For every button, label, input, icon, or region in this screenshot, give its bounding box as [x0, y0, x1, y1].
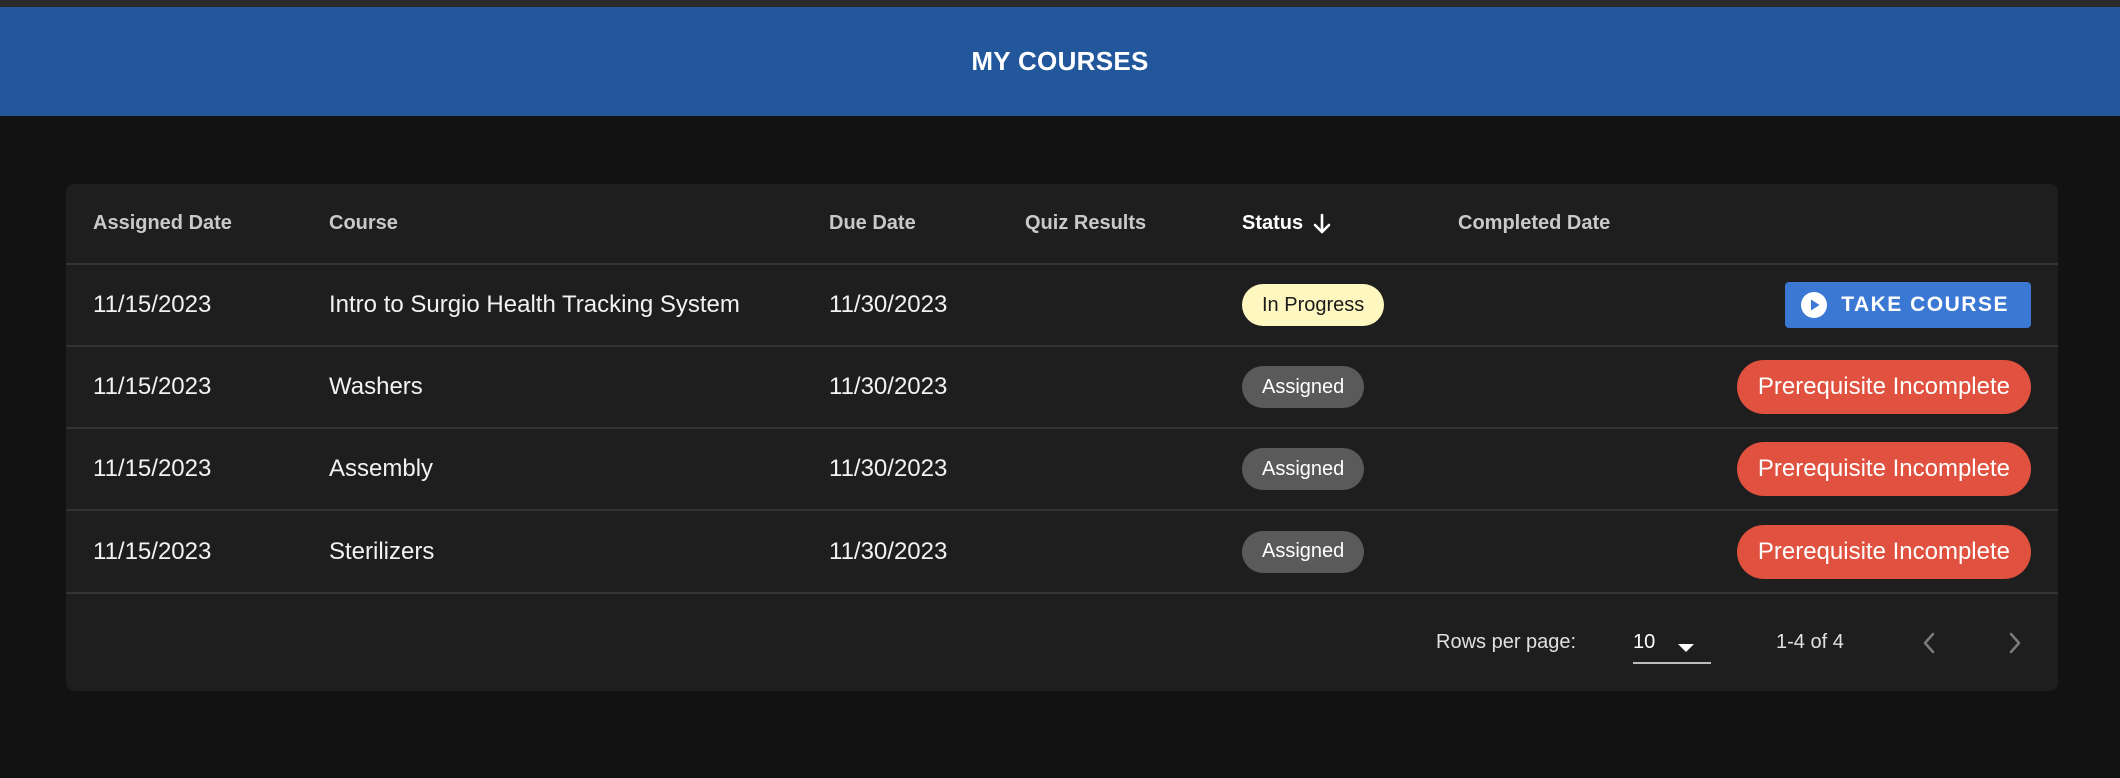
- course-cell: Intro to Surgio Health Tracking System: [329, 291, 740, 318]
- action-cell: Prerequisite Incomplete: [1736, 511, 2031, 592]
- due-date-cell: 11/30/2023: [829, 537, 948, 565]
- status-cell: Assigned: [1242, 511, 1365, 592]
- status-cell: Assigned: [1242, 429, 1365, 509]
- due-date-cell: 11/30/2023: [829, 373, 948, 400]
- rows-per-page-select[interactable]: 10: [1633, 622, 1711, 664]
- prerequisite-incomplete-button[interactable]: Prerequisite Incomplete: [1736, 442, 2031, 496]
- course-cell: Washers: [329, 373, 423, 400]
- prerequisite-incomplete-button[interactable]: Prerequisite Incomplete: [1736, 524, 2031, 579]
- due-date-cell: 11/30/2023: [829, 455, 948, 482]
- take-course-button[interactable]: TAKE COURSE: [1785, 282, 2031, 328]
- courses-table: Assigned Date Course Due Date Quiz Resul…: [66, 184, 2058, 691]
- caret-down-icon: [1677, 636, 1695, 659]
- chevron-left-icon[interactable]: [1912, 626, 1946, 660]
- column-header-course[interactable]: Course: [329, 184, 398, 263]
- status-badge: In Progress: [1242, 284, 1385, 326]
- table-pagination: Rows per page: 10 1-4 of 4: [66, 594, 2058, 691]
- column-header-due-date[interactable]: Due Date: [829, 184, 916, 263]
- table-row: 11/15/2023 Assembly 11/30/2023 Assigned …: [66, 429, 2058, 511]
- assigned-date-cell: 11/15/2023: [93, 291, 212, 318]
- chevron-right-icon[interactable]: [1998, 626, 2032, 660]
- table-row: 11/15/2023 Sterilizers 11/30/2023 Assign…: [66, 511, 2058, 594]
- app-header: MY COURSES: [0, 7, 2120, 116]
- action-cell: Prerequisite Incomplete: [1736, 347, 2031, 427]
- play-circle-icon: [1801, 292, 1828, 318]
- due-date-cell: 11/30/2023: [829, 291, 948, 318]
- assigned-date-cell: 11/15/2023: [93, 455, 212, 482]
- rows-per-page-value: 10: [1633, 630, 1656, 653]
- column-header-completed-date[interactable]: Completed Date: [1458, 184, 1610, 263]
- action-cell: TAKE COURSE: [1785, 265, 2031, 345]
- assigned-date-cell: 11/15/2023: [93, 537, 212, 565]
- column-header-quiz-results[interactable]: Quiz Results: [1025, 184, 1146, 263]
- status-badge: Assigned: [1242, 366, 1365, 408]
- status-badge: Assigned: [1242, 448, 1365, 490]
- column-header-assigned-date[interactable]: Assigned Date: [93, 184, 232, 263]
- take-course-label: TAKE COURSE: [1841, 293, 2009, 316]
- course-cell: Assembly: [329, 455, 434, 482]
- table-header-row: Assigned Date Course Due Date Quiz Resul…: [66, 184, 2058, 265]
- status-badge: Assigned: [1242, 530, 1365, 573]
- status-cell: Assigned: [1242, 347, 1365, 427]
- action-cell: Prerequisite Incomplete: [1736, 429, 2031, 509]
- rows-per-page-label: Rows per page:: [1436, 631, 1577, 653]
- table-row: 11/15/2023 Washers 11/30/2023 Assigned P…: [66, 347, 2058, 429]
- course-cell: Sterilizers: [329, 537, 435, 565]
- column-header-status-label: Status: [1242, 212, 1304, 234]
- table-row: 11/15/2023 Intro to Surgio Health Tracki…: [66, 265, 2058, 347]
- arrow-down-icon[interactable]: [1311, 212, 1333, 236]
- top-border: [0, 0, 2120, 7]
- status-cell: In Progress: [1242, 265, 1385, 345]
- assigned-date-cell: 11/15/2023: [93, 373, 212, 400]
- page-title: MY COURSES: [971, 46, 1149, 76]
- pagination-range: 1-4 of 4: [1776, 631, 1844, 653]
- prerequisite-incomplete-button[interactable]: Prerequisite Incomplete: [1736, 360, 2031, 414]
- column-header-status[interactable]: Status: [1242, 184, 1333, 263]
